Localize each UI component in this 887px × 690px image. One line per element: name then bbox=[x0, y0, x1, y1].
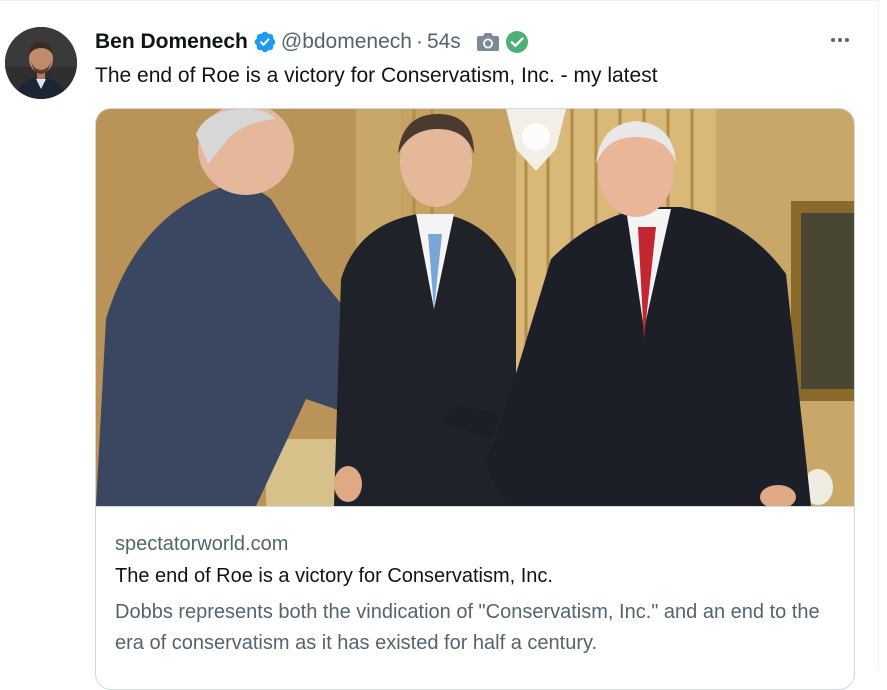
top-divider bbox=[0, 0, 878, 1]
tweet-header: Ben Domenech @bdomenech · 54s bbox=[95, 28, 529, 56]
author-handle[interactable]: @bdomenech bbox=[281, 30, 412, 54]
more-options-icon[interactable] bbox=[826, 28, 854, 52]
camera-icon[interactable] bbox=[475, 31, 501, 53]
link-preview-image bbox=[96, 109, 854, 506]
separator-dot: · bbox=[415, 30, 423, 53]
tweet-text: The end of Roe is a victory for Conserva… bbox=[95, 64, 658, 87]
verified-badge-icon bbox=[254, 31, 276, 53]
right-divider bbox=[878, 0, 879, 668]
author-name[interactable]: Ben Domenech bbox=[95, 30, 248, 54]
tweet-timestamp[interactable]: 54s bbox=[427, 30, 461, 54]
link-preview-card[interactable]: spectatorworld.com The end of Roe is a v… bbox=[95, 108, 855, 690]
author-avatar[interactable] bbox=[5, 27, 77, 99]
check-circle-icon[interactable] bbox=[505, 30, 529, 54]
card-title: The end of Roe is a victory for Conserva… bbox=[115, 565, 553, 587]
card-description: Dobbs represents both the vindication of… bbox=[115, 601, 820, 654]
card-divider bbox=[96, 506, 854, 507]
card-domain: spectatorworld.com bbox=[115, 533, 289, 555]
